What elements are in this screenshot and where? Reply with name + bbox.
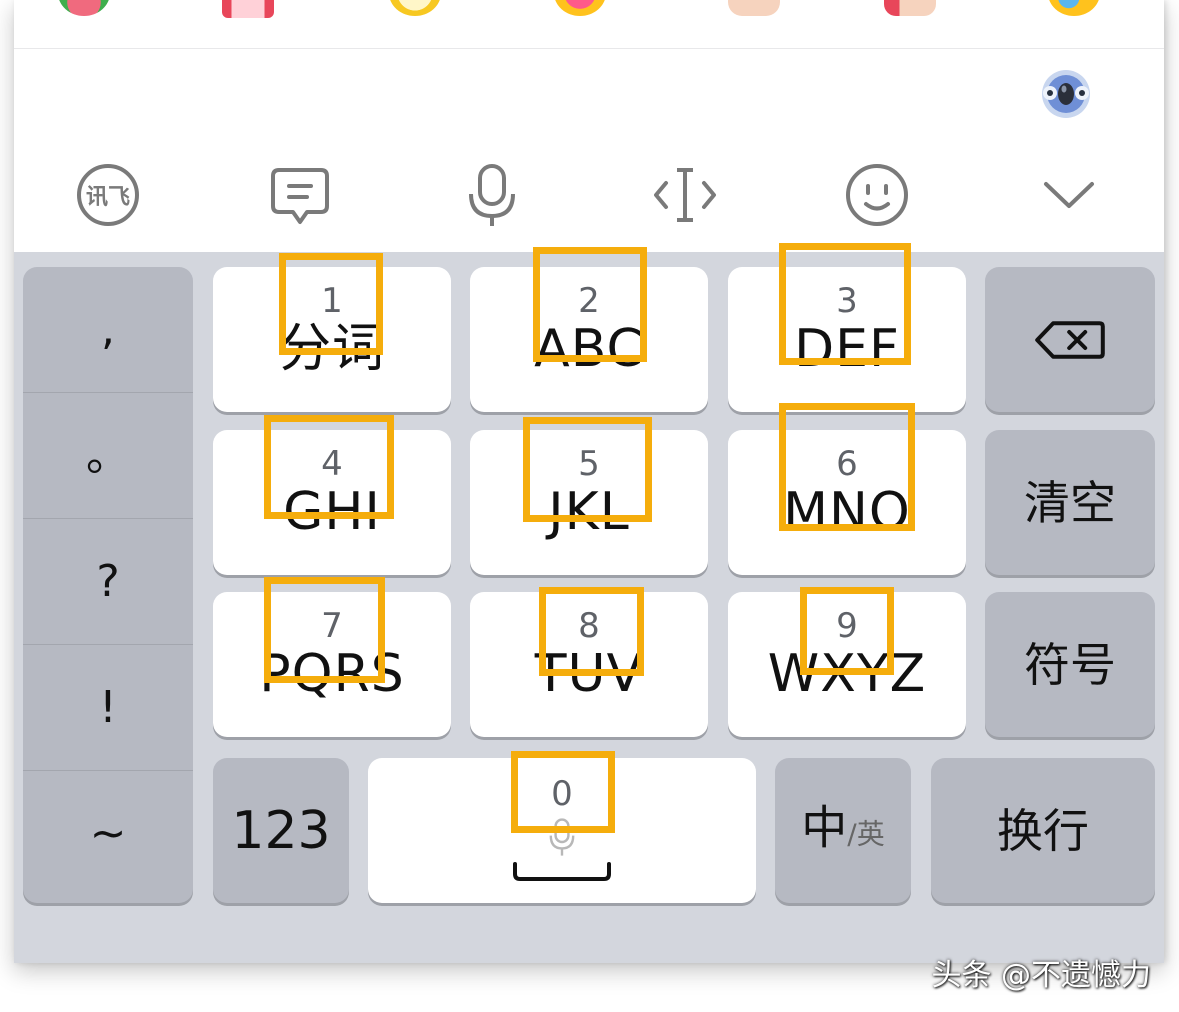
yellow-face-emoji-icon[interactable]	[389, 0, 441, 16]
space-bar-icon	[513, 862, 611, 881]
key-5-number: 5	[578, 444, 600, 484]
key-6-number: 6	[836, 444, 858, 484]
numeric-label: 123	[231, 800, 331, 861]
pink-face-emoji-icon[interactable]	[554, 0, 606, 16]
punctuation-column: , 。 ? ! ~	[23, 267, 193, 903]
key-6-letters: MNO	[783, 482, 911, 542]
ime-toolbar: 讯飞	[14, 140, 1164, 252]
key-3-letters: DEF	[794, 319, 900, 379]
key-9[interactable]: 9 WXYZ	[728, 592, 966, 737]
candidate-area	[14, 49, 1164, 139]
watermark-text: 头条 @不遗憾力	[931, 958, 1151, 993]
laughing-face-emoji-icon[interactable]	[1048, 0, 1100, 16]
cursor-move-icon[interactable]	[650, 160, 720, 230]
key-4[interactable]: 4 GHI	[213, 430, 451, 575]
iflytek-logo-icon[interactable]: 讯飞	[73, 160, 143, 230]
language-toggle-button[interactable]: 中/英	[775, 758, 911, 903]
key-7[interactable]: 7 PQRS	[213, 592, 451, 737]
symbol-label: 符号	[1024, 637, 1116, 692]
punct-key-period[interactable]: 。	[23, 393, 193, 519]
thumb-emoji-icon[interactable]	[884, 0, 936, 16]
koala-assistant-icon[interactable]	[1040, 67, 1092, 119]
enter-label: 换行	[997, 803, 1089, 858]
key-8-number: 8	[578, 606, 600, 646]
key-9-letters: WXYZ	[767, 644, 927, 704]
numeric-keyboard-button[interactable]: 123	[213, 758, 349, 903]
punct-key-tilde[interactable]: ~	[23, 771, 193, 897]
watermelon-emoji-icon[interactable]	[58, 0, 110, 16]
smiley-icon[interactable]	[842, 160, 912, 230]
punct-key-exclamation[interactable]: !	[23, 645, 193, 771]
gift-emoji-icon[interactable]	[222, 0, 274, 18]
microphone-icon[interactable]	[457, 160, 527, 230]
space-key-number: 0	[551, 774, 573, 814]
space-key[interactable]: 0	[368, 758, 756, 903]
backspace-button[interactable]	[985, 267, 1155, 412]
key-8[interactable]: 8 TUV	[470, 592, 708, 737]
clear-button[interactable]: 清空	[985, 430, 1155, 575]
key-5-letters: JKL	[548, 482, 630, 542]
space-mic-icon	[549, 818, 575, 856]
key-1-number: 1	[321, 281, 343, 321]
key-4-letters: GHI	[283, 482, 381, 542]
backspace-icon	[1035, 320, 1105, 359]
key-9-number: 9	[836, 606, 858, 646]
language-toggle-text: 中/英	[775, 800, 911, 861]
language-sub-label: /英	[847, 817, 885, 850]
key-6[interactable]: 6 MNO	[728, 430, 966, 575]
emoji-suggestion-strip	[14, 0, 1164, 49]
punct-key-comma[interactable]: ,	[23, 267, 193, 393]
t9-keyboard: , 。 ? ! ~ 1 分词 2 ABC 3 DEF 4 GHI 5 JKL 6…	[14, 243, 1164, 963]
symbol-button[interactable]: 符号	[985, 592, 1155, 737]
key-3-number: 3	[836, 281, 858, 321]
iflytek-logo-text: 讯飞	[86, 185, 130, 210]
key-2[interactable]: 2 ABC	[470, 267, 708, 412]
clear-label: 清空	[1024, 475, 1116, 530]
punct-key-question[interactable]: ?	[23, 519, 193, 645]
ime-keyboard-panel: 讯飞 , 。 ? ! ~ 1 分词 2 ABC 3 DEF 4 GHI 5 JK…	[14, 0, 1164, 963]
chat-bubble-icon[interactable]	[265, 160, 335, 230]
language-main-label: 中	[801, 800, 848, 854]
key-1-letters: 分词	[278, 319, 385, 379]
key-2-letters: ABC	[534, 319, 644, 379]
key-2-number: 2	[578, 281, 600, 321]
key-3[interactable]: 3 DEF	[728, 267, 966, 412]
key-1[interactable]: 1 分词	[213, 267, 451, 412]
key-4-number: 4	[321, 444, 343, 484]
key-7-number: 7	[321, 606, 343, 646]
collapse-chevron-icon[interactable]	[1034, 160, 1104, 230]
key-7-letters: PQRS	[259, 644, 405, 704]
enter-button[interactable]: 换行	[931, 758, 1155, 903]
key-8-letters: TUV	[534, 644, 644, 704]
hand-emoji-icon[interactable]	[728, 0, 780, 16]
key-5[interactable]: 5 JKL	[470, 430, 708, 575]
